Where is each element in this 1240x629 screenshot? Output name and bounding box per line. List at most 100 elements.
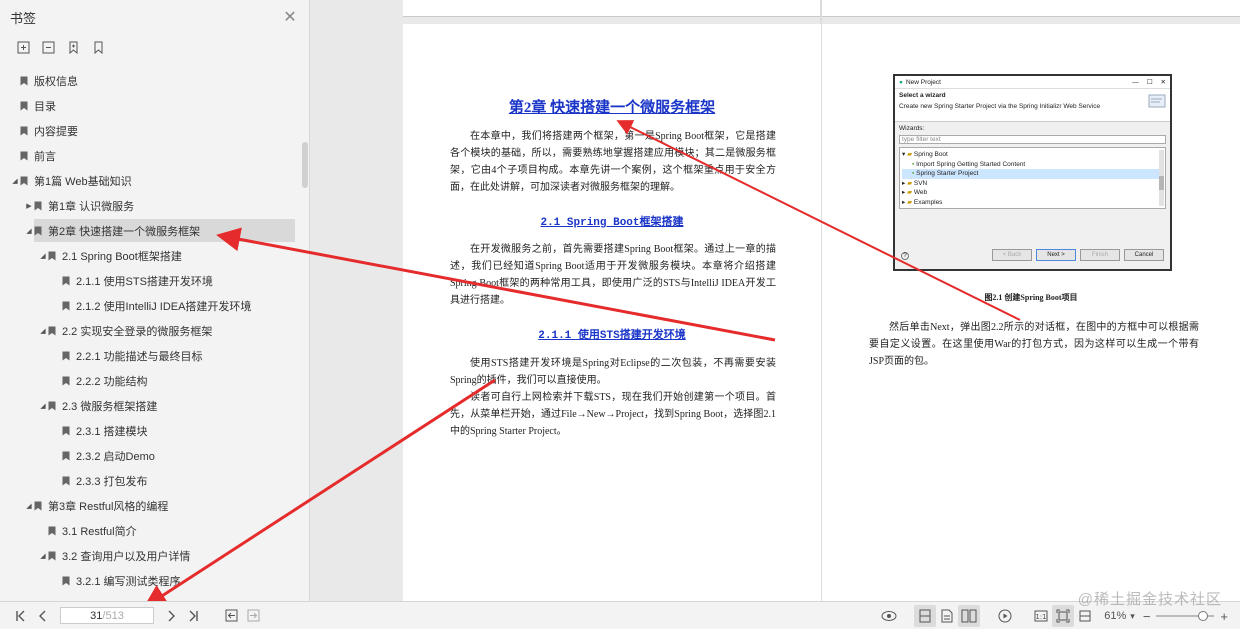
window-close-icon: ✕ (1160, 79, 1166, 86)
document-viewer[interactable]: 第2章 快速搭建一个微服务框架 在本章中，我们将搭建两个框架，第一是Spring… (310, 0, 1240, 601)
bookmark-item[interactable]: 2.1.1 使用STS搭建开发环境 (0, 268, 299, 293)
bookmark-item[interactable]: ◢ 2.1 Spring Boot框架搭建 (0, 243, 299, 268)
wizard-cancel-button: Cancel (1124, 249, 1164, 261)
expanded-caret-icon[interactable]: ◢ (24, 502, 34, 510)
bookmark-item[interactable]: 2.2.2 功能结构 (0, 368, 299, 393)
zoom-level[interactable]: 61% (1104, 610, 1126, 622)
collapse-all-icon[interactable] (41, 40, 56, 55)
bookmark-item[interactable]: 2.2.1 功能描述与最终目标 (0, 343, 299, 368)
bookmark-item[interactable]: ◢ 2.3 微服务框架搭建 (0, 393, 299, 418)
bookmark-item[interactable]: ◢ 第1篇 Web基础知识 (0, 168, 299, 193)
go-back-icon[interactable] (220, 605, 242, 627)
bookmark-item[interactable]: ◢ 第3章 Restful风格的编程 (0, 493, 299, 518)
continuous-view-icon[interactable] (936, 605, 958, 627)
bookmark-icon (62, 301, 70, 310)
bookmark-icon (62, 351, 70, 360)
eclipse-icon: ● (899, 78, 903, 86)
bookmark-icon (62, 576, 70, 585)
bookmark-item[interactable]: ◢ 3.2 查询用户以及用户详情 (0, 543, 299, 568)
bookmark-icon (48, 401, 56, 410)
bookmark-icon (20, 76, 28, 85)
wizard-list-item: ▪ Import Spring Getting Started Content (912, 160, 1026, 168)
bookmark-item[interactable]: 2.3.1 搭建模块 (0, 418, 299, 443)
section-title-2-1-1[interactable]: 2.1.1 使用STS搭建开发环境 (403, 326, 821, 342)
bookmark-icon[interactable] (91, 40, 106, 55)
bookmark-item-selected[interactable]: ◢ 第2章 快速搭建一个微服务框架 (0, 218, 299, 243)
page-number-input[interactable]: 31 /513 (60, 607, 154, 624)
wizard-subheading: Create new Spring Starter Project via th… (899, 103, 1101, 110)
bookmark-item[interactable]: ▶ 第1章 认识微服务 (0, 193, 299, 218)
wizard-filter-input: type filter text (899, 135, 1166, 144)
zoom-slider-knob[interactable] (1198, 611, 1209, 621)
bookmark-label: 2.2.1 功能描述与最终目标 (76, 350, 203, 363)
zoom-out-icon[interactable]: − (1143, 609, 1151, 624)
expand-all-icon[interactable] (16, 40, 31, 55)
bookmark-label: 2.3.1 搭建模块 (76, 425, 148, 438)
last-page-icon[interactable] (182, 605, 204, 627)
bookmark-item[interactable]: 2.3.2 启动Demo (0, 443, 299, 468)
bookmark-item[interactable]: 2.1.2 使用IntelliJ IDEA搭建开发环境 (0, 293, 299, 318)
bookmark-label: 2.2 实现安全登录的微服务框架 (62, 325, 213, 338)
zoom-slider[interactable] (1156, 611, 1215, 621)
maximize-icon: ☐ (1146, 79, 1153, 86)
wizard-list: ▾ ▰ Spring Boot ▪ Import Spring Getting … (899, 147, 1166, 209)
collapsed-caret-icon[interactable]: ▶ (24, 202, 34, 210)
wizard-finish-button: Finish (1080, 249, 1120, 261)
bookmark-icon (20, 176, 28, 185)
section-title-2-1[interactable]: 2.1 Spring Boot框架搭建 (403, 213, 821, 229)
single-page-view-icon[interactable] (914, 605, 937, 627)
wizard-list-item: ▸ ▰ Examples (902, 198, 943, 206)
expanded-caret-icon[interactable]: ◢ (38, 552, 48, 560)
bookmark-icon (34, 201, 42, 210)
wizard-list-item: ▸ ▰ SVN (902, 179, 928, 187)
total-pages: /513 (102, 609, 124, 622)
actual-size-icon[interactable]: 1:1 (1030, 605, 1052, 627)
zoom-dropdown-icon[interactable]: ▾ (1130, 611, 1135, 622)
two-page-view-icon[interactable] (958, 605, 981, 627)
bookmark-label: 2.3.3 打包发布 (76, 475, 148, 488)
bookmark-item[interactable]: 内容提要 (0, 118, 299, 143)
expanded-caret-icon[interactable]: ◢ (10, 177, 20, 185)
expanded-caret-icon[interactable]: ◢ (38, 252, 48, 260)
sidebar-scrollbar[interactable] (301, 68, 309, 598)
bookmark-label: 内容提要 (34, 125, 78, 138)
bookmark-item[interactable]: 版权信息 (0, 68, 299, 93)
bookmark-label: 2.3.2 启动Demo (76, 450, 155, 463)
page-right: ● New Project — ☐ ✕ Select a wizard Crea… (822, 24, 1240, 601)
bookmark-label: 第1篇 Web基础知识 (34, 175, 132, 188)
sidebar-scrollbar-thumb[interactable] (302, 142, 308, 188)
bookmark-icon (62, 476, 70, 485)
zoom-in-icon[interactable]: + (1220, 609, 1228, 624)
first-page-icon[interactable] (10, 605, 32, 627)
bookmark-item[interactable]: 2.3.3 打包发布 (0, 468, 299, 493)
next-page-icon[interactable] (160, 605, 182, 627)
expanded-caret-icon[interactable]: ◢ (38, 402, 48, 410)
current-page: 31 (90, 609, 103, 622)
play-icon[interactable] (994, 605, 1016, 627)
bookmark-item[interactable]: 3.2.1 编写测试类程序 (0, 568, 299, 593)
close-icon[interactable]: ✕ (281, 8, 299, 26)
figure-new-project-wizard: ● New Project — ☐ ✕ Select a wizard Crea… (893, 74, 1172, 271)
bookmark-item[interactable]: 前言 (0, 143, 299, 168)
expanded-caret-icon[interactable]: ◢ (38, 327, 48, 335)
previous-page-icon[interactable] (32, 605, 54, 627)
bookmark-icon (62, 376, 70, 385)
bookmark-item[interactable]: 3.1 Restful简介 (0, 518, 299, 543)
add-bookmark-icon[interactable] (66, 40, 81, 55)
chapter-title[interactable]: 第2章 快速搭建一个微服务框架 (403, 96, 821, 117)
figure-caption: 图2.1 创建Spring Boot项目 (984, 293, 1078, 302)
bookmark-label: 第1章 认识微服务 (48, 200, 135, 213)
bookmark-icon (48, 526, 56, 535)
eye-protection-icon[interactable] (878, 605, 900, 627)
fit-page-icon[interactable] (1052, 605, 1075, 627)
bookmark-item[interactable]: 目录 (0, 93, 299, 118)
go-forward-icon[interactable] (242, 605, 264, 627)
paragraph-sts-1: 使用STS搭建开发环境是Spring对Eclipse的二次包装，不再需要安装Sp… (450, 358, 776, 386)
sidebar-toolbar (0, 34, 309, 60)
bookmark-item[interactable]: ◢ 2.2 实现安全登录的微服务框架 (0, 318, 299, 343)
expanded-caret-icon[interactable]: ◢ (24, 227, 34, 235)
bookmark-label: 2.3 微服务框架搭建 (62, 400, 158, 413)
wizard-next-button: Next > (1036, 249, 1076, 261)
bookmark-icon (62, 276, 70, 285)
bookmark-icon (20, 101, 28, 110)
